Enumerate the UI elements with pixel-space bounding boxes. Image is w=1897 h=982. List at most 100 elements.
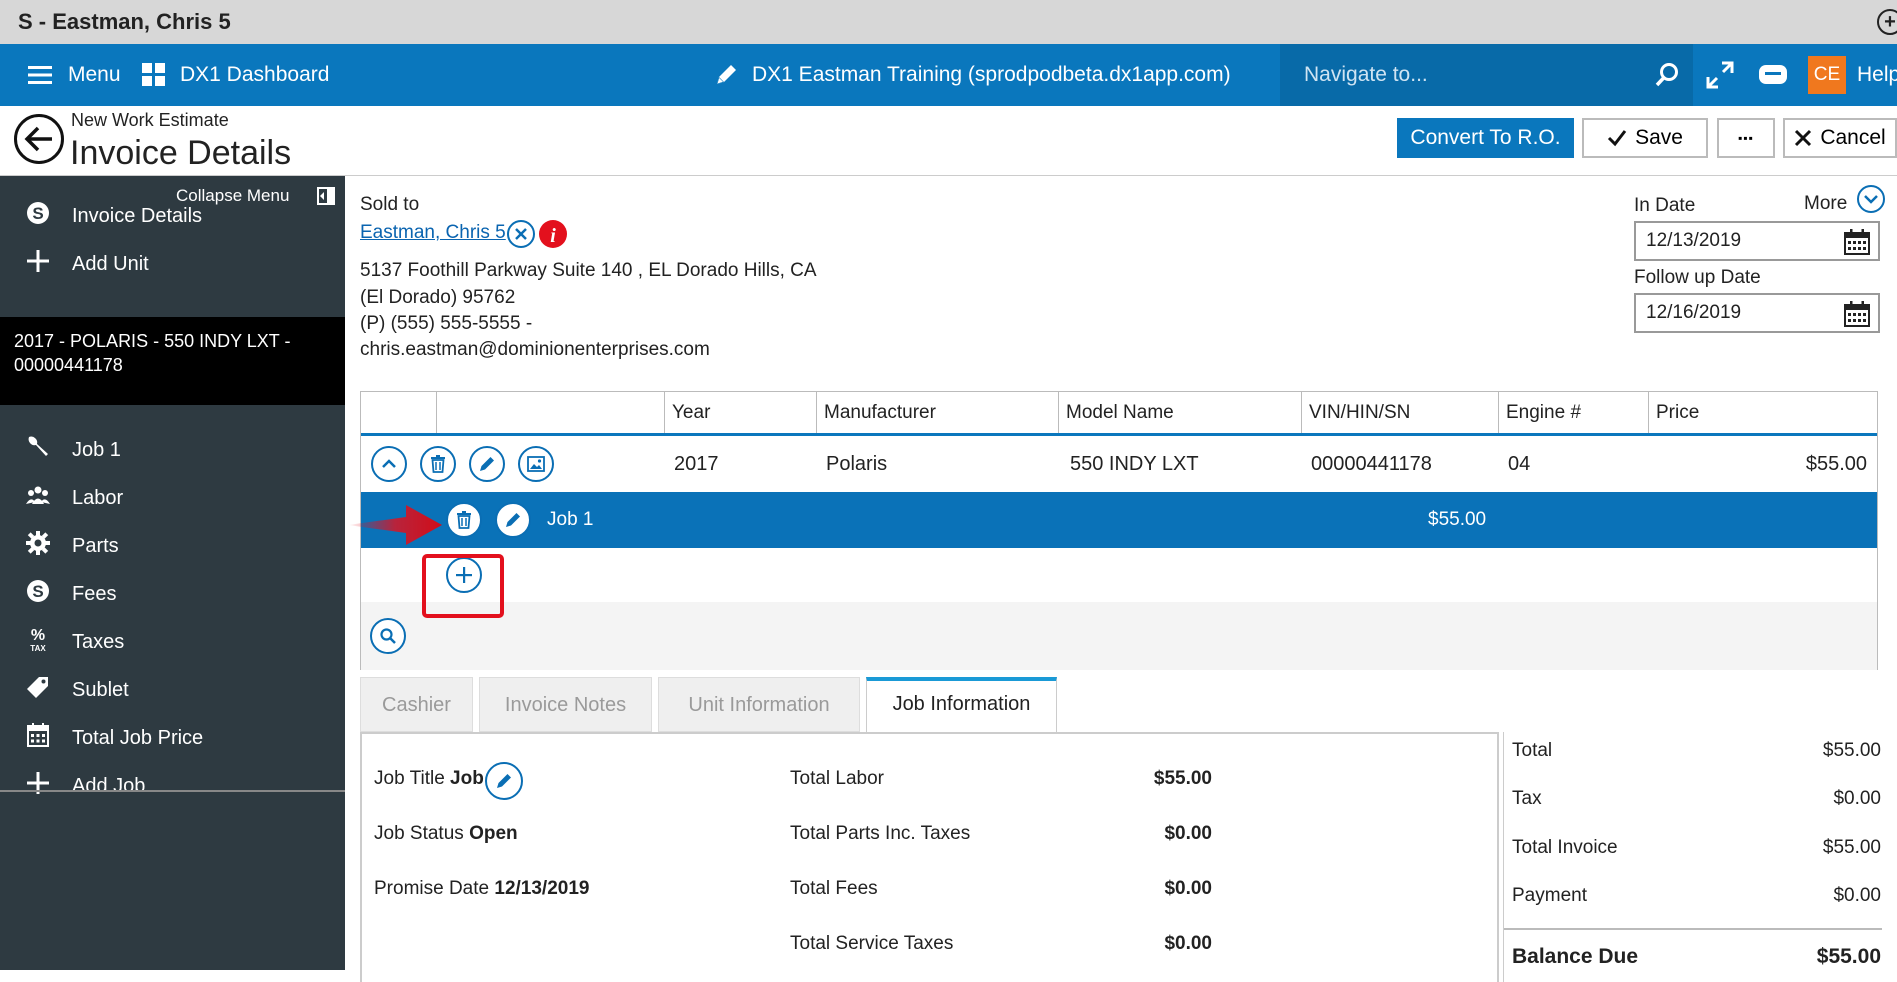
back-button[interactable] <box>14 114 64 164</box>
job-status-label: Job Status <box>374 823 464 844</box>
page-title: Invoice Details <box>70 134 292 172</box>
annotation-highlight-box <box>422 554 504 618</box>
add-window-icon[interactable]: + <box>1877 9 1897 35</box>
expand-icon <box>1706 61 1734 89</box>
sidebar-item-parts[interactable]: Parts <box>0 523 345 569</box>
grid-header-engine[interactable]: Engine # <box>1498 392 1648 433</box>
navigate-search-button[interactable] <box>1654 44 1680 106</box>
collapse-unit-button[interactable] <box>371 446 407 482</box>
more-actions-button[interactable]: ▪▪▪ <box>1717 118 1775 158</box>
sidebar-item-total-job-price[interactable]: Total Job Price <box>0 715 345 761</box>
follow-up-date-label: Follow up Date <box>1634 267 1761 288</box>
grid-header-blank <box>361 392 436 433</box>
messages-button[interactable] <box>1758 44 1788 106</box>
tab-cashier[interactable]: Cashier <box>360 677 473 732</box>
back-arrow-icon <box>24 126 52 152</box>
follow-up-date-field[interactable]: 12/16/2019 <box>1634 293 1880 333</box>
more-actions-label: ▪▪▪ <box>1738 131 1754 145</box>
image-icon <box>527 456 545 472</box>
unit-grid: Year Manufacturer Model Name VIN/HIN/SN … <box>360 391 1878 670</box>
customer-address-line2: (El Dorado) 95762 <box>360 287 516 308</box>
tab-unit-information[interactable]: Unit Information <box>658 677 860 732</box>
unit-image-button[interactable] <box>518 446 554 482</box>
search-units-button[interactable] <box>370 618 406 654</box>
plus-icon <box>20 771 56 801</box>
unit-row[interactable]: 2017 Polaris 550 INDY LXT 00000441178 04… <box>361 436 1877 492</box>
percent-tax-icon: % TAX <box>20 626 56 659</box>
navigate-input[interactable] <box>1304 63 1634 87</box>
summary-tax-value: $0.00 <box>1833 788 1881 809</box>
total-parts-label: Total Parts Inc. Taxes <box>790 823 971 844</box>
tab-job-information[interactable]: Job Information <box>866 677 1057 732</box>
promise-date-row: Promise Date 12/13/2019 <box>374 878 589 900</box>
sidebar-item-add-unit[interactable]: Add Unit <box>0 241 345 287</box>
dashboard-button[interactable]: DX1 Dashboard <box>142 44 329 106</box>
sidebar-item-label: Taxes <box>72 630 125 653</box>
customer-info-button[interactable]: i <box>539 220 567 248</box>
convert-label: Convert To R.O. <box>1410 126 1561 149</box>
in-date-label: In Date <box>1634 195 1696 216</box>
svg-text:S: S <box>32 582 43 601</box>
sidebar-item-labor[interactable]: Labor <box>0 475 345 521</box>
sidebar-item-label: Add Unit <box>72 252 149 275</box>
edit-unit-button[interactable] <box>469 446 505 482</box>
summary-tax-label: Tax <box>1512 788 1542 809</box>
sidebar-item-fees[interactable]: S Fees <box>0 571 345 617</box>
svg-text:S: S <box>32 204 43 223</box>
menu-button[interactable]: Menu <box>28 44 121 106</box>
edit-job-button[interactable] <box>495 502 531 538</box>
sidebar-item-label: Total Job Price <box>72 726 204 749</box>
sidebar-item-label: Labor <box>72 486 124 509</box>
search-icon <box>380 628 396 644</box>
grid-header-model-name[interactable]: Model Name <box>1058 392 1301 433</box>
sidebar-item-job-1[interactable]: Job 1 <box>0 427 345 473</box>
more-toggle-button[interactable] <box>1857 185 1885 213</box>
delete-unit-button[interactable] <box>420 446 456 482</box>
in-date-value: 12/13/2019 <box>1646 230 1742 251</box>
summary-payment-value: $0.00 <box>1833 885 1881 906</box>
sidebar-item-add-job[interactable]: Add Job <box>0 763 345 809</box>
sidebar-item-sublet[interactable]: Sublet <box>0 667 345 713</box>
tab-invoice-notes[interactable]: Invoice Notes <box>479 677 652 732</box>
grid-header-year[interactable]: Year <box>664 392 816 433</box>
dashboard-label: DX1 Dashboard <box>180 63 330 86</box>
job-title-label: Job Title <box>374 768 445 789</box>
calendar-icon[interactable] <box>1844 301 1870 327</box>
in-date-field[interactable]: 12/13/2019 <box>1634 221 1880 261</box>
sidebar-unit-selected[interactable]: 2017 - POLARIS - 550 INDY LXT - 00000441… <box>0 317 345 405</box>
calendar-icon[interactable] <box>1844 229 1870 255</box>
user-avatar[interactable]: CE <box>1808 56 1846 94</box>
job-information-panel: Job Title Job 1 Job Status Open Promise … <box>360 732 1499 982</box>
summary-total-value: $55.00 <box>1822 740 1881 761</box>
job-row[interactable]: Job 1 $55.00 <box>361 492 1877 548</box>
sidebar-item-invoice-details[interactable]: S Invoice Details <box>0 193 345 239</box>
grid-header-price[interactable]: Price <box>1648 392 1877 433</box>
customer-name-link[interactable]: Eastman, Chris 5 <box>360 222 506 244</box>
customer-phone: (P) (555) 555-5555 - <box>360 313 533 334</box>
unit-model: 550 INDY LXT <box>1070 453 1199 475</box>
help-link[interactable]: Help <box>1857 44 1897 106</box>
customer-address-line1: 5137 Foothill Parkway Suite 140 , EL Dor… <box>360 260 817 281</box>
sidebar-item-label: Job 1 <box>72 438 121 461</box>
sidebar-item-label: Add Job <box>72 774 146 797</box>
grid-header-vin[interactable]: VIN/HIN/SN <box>1301 392 1498 433</box>
grid-header-manufacturer[interactable]: Manufacturer <box>816 392 1058 433</box>
total-fees-value: $0.00 <box>1164 878 1212 899</box>
delete-job-button[interactable] <box>446 502 482 538</box>
sidebar-item-label: Fees <box>72 582 117 605</box>
save-button[interactable]: Save <box>1582 118 1708 158</box>
remove-customer-button[interactable] <box>507 220 535 248</box>
cancel-button[interactable]: Cancel <box>1783 118 1897 158</box>
fullscreen-button[interactable] <box>1706 44 1734 106</box>
summary-total-invoice-label: Total Invoice <box>1512 837 1618 858</box>
menu-label: Menu <box>68 63 121 86</box>
customer-email: chris.eastman@dominionenterprises.com <box>360 339 710 360</box>
sidebar-item-taxes[interactable]: % TAX Taxes <box>0 619 345 665</box>
site-selector[interactable]: DX1 Eastman Training (sprodpodbeta.dx1ap… <box>714 44 1231 106</box>
window-titlebar: S - Eastman, Chris 5 + <box>0 0 1897 44</box>
follow-up-date-value: 12/16/2019 <box>1646 302 1742 323</box>
balance-due-label: Balance Due <box>1512 945 1639 968</box>
edit-job-title-button[interactable] <box>485 762 523 800</box>
site-label: DX1 Eastman Training (sprodpodbeta.dx1ap… <box>752 63 1231 86</box>
convert-to-ro-button[interactable]: Convert To R.O. <box>1397 118 1574 158</box>
